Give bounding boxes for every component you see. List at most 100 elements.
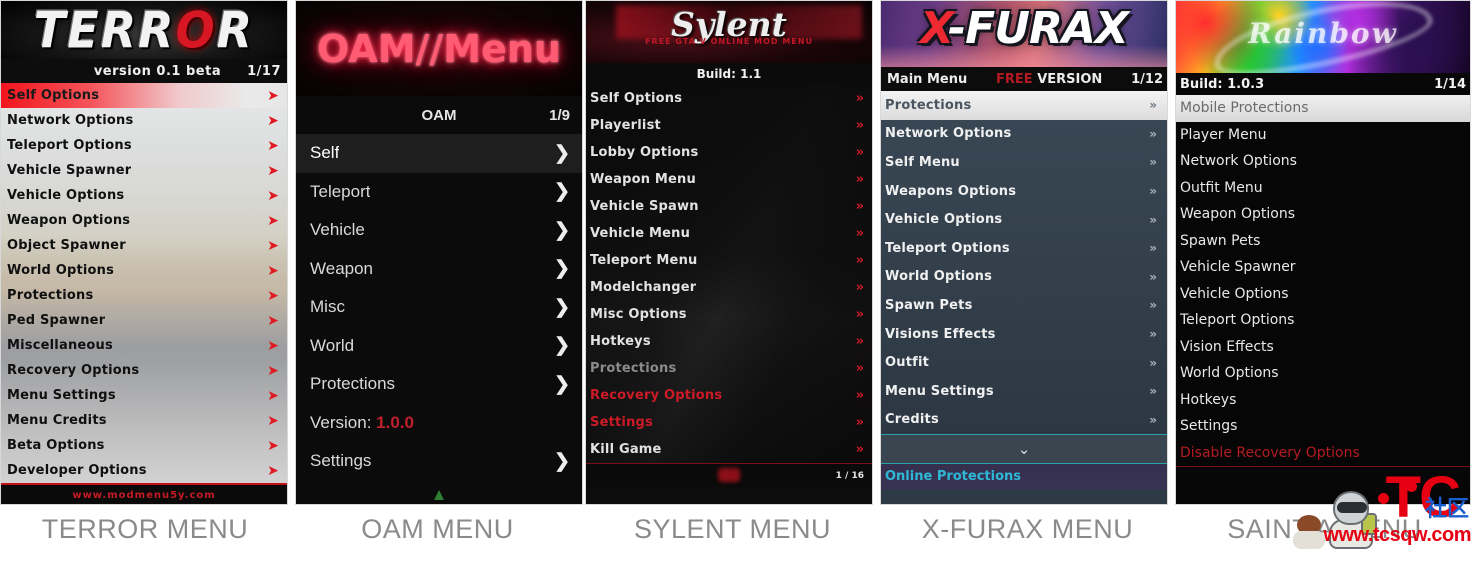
terror-menu-item[interactable]: Miscellaneous ➤ [1,333,287,358]
sylent-menu-item-label: Recovery Options [590,388,723,403]
xfurax-menu-item[interactable]: Self Menu » [881,148,1167,177]
saint-banner: Rainbow [1176,1,1470,73]
saint-menu-item[interactable]: Network Options [1176,148,1470,175]
xfurax-menu-item-label: World Options [885,269,993,285]
saint-menu-item[interactable]: Hotkeys [1176,387,1470,414]
terror-menu-item[interactable]: World Options ➤ [1,258,287,283]
saint-menu-item[interactable]: Vehicle Options [1176,281,1470,308]
saint-menu-item[interactable]: Mobile Protections [1176,95,1470,122]
xfurax-scroll-down-icon[interactable]: ⌄ [881,434,1167,465]
oam-menu-item[interactable]: World ❯ [296,327,582,366]
saint-menu-item[interactable]: Vehicle Spawner [1176,254,1470,281]
saint-menu-item[interactable]: Disable Recovery Options [1176,440,1470,467]
sylent-menu-item[interactable]: Lobby Options » [586,139,872,166]
saint-header-bar: Build: 1.0.3 1/14 [1176,73,1470,95]
saint-menu-item[interactable]: Player Menu [1176,122,1470,149]
oam-menu-item-label: World [310,335,355,355]
oam-menu-item[interactable]: Vehicle ❯ [296,211,582,250]
xfurax-menu-item[interactable]: Credits » [881,406,1167,435]
oam-scroll-up-icon[interactable]: ▲ [431,485,448,505]
saint-menu-item[interactable]: Outfit Menu [1176,175,1470,202]
saint-menu-item[interactable]: Spawn Pets [1176,228,1470,255]
sylent-menu-item[interactable]: Protections » [586,355,872,382]
saint-menu-item-label: Mobile Protections [1180,100,1309,117]
terror-menu-item-label: Vehicle Options [7,188,125,203]
sylent-menu-item[interactable]: Teleport Menu » [586,247,872,274]
oam-menu-item[interactable]: Self ❯ [296,134,582,173]
caption-xfurax: X-FURAX MENU [921,514,1134,544]
terror-menu-item[interactable]: Protections ➤ [1,283,287,308]
sylent-menu-item[interactable]: Playerlist » [586,112,872,139]
saint-menu-item-label: Vehicle Options [1180,285,1289,302]
sylent-menu-item-label: Hotkeys [590,334,651,349]
oam-menu-item[interactable]: Teleport ❯ [296,173,582,212]
saint-menu-item[interactable]: Vision Effects [1176,334,1470,361]
terror-menu-item[interactable]: Developer Options ➤ [1,458,287,483]
oam-menu-item[interactable]: Version: 1.0.0 [296,404,582,443]
terror-menu-item[interactable]: Beta Options ➤ [1,433,287,458]
terror-menu-item[interactable]: Vehicle Spawner ➤ [1,158,287,183]
sylent-tagline: FREE GTA V ONLINE MOD MENU [645,37,813,46]
saint-logo: Rainbow [1248,17,1398,50]
chevron-right-icon: ➤ [267,262,279,279]
oam-menu-item-label: Settings [310,451,372,471]
xfurax-menu-item-label: Teleport Options [885,240,1010,256]
saint-menu-item-label: Settings [1180,418,1238,435]
terror-logo-post: R [216,1,255,59]
sylent-menu-item[interactable]: Self Options » [586,85,872,112]
xfurax-menu-item[interactable]: World Options » [881,263,1167,292]
oam-menu-item[interactable]: Misc ❯ [296,288,582,327]
xfurax-version-label: VERSION [1032,71,1103,87]
xfurax-menu-item-label: Menu Settings [885,383,994,399]
saint-menu-item[interactable]: Teleport Options [1176,307,1470,334]
sylent-menu-item[interactable]: Settings » [586,409,872,436]
sylent-menu-item[interactable]: Weapon Menu » [586,166,872,193]
oam-menu-item[interactable]: Protections ❯ [296,365,582,404]
sylent-menu-item[interactable]: Vehicle Spawn » [586,193,872,220]
sylent-menu-item-label: Vehicle Spawn [590,199,699,214]
chevron-right-icon: » [855,118,865,133]
saint-menu-item-label: World Options [1180,365,1279,382]
saint-menu-item[interactable]: Weapon Options [1176,201,1470,228]
oam-header-bar: OAM 1/9 [296,96,582,134]
terror-menu-item[interactable]: Menu Credits ➤ [1,408,287,433]
xfurax-menu-item[interactable]: Weapons Options » [881,177,1167,206]
xfurax-menu-item[interactable]: Network Options » [881,120,1167,149]
sylent-menu-item[interactable]: Misc Options » [586,301,872,328]
saint-menu-item[interactable]: World Options [1176,360,1470,387]
saint-menu-item-label: Disable Recovery Options [1180,444,1360,461]
chevron-right-icon: ➤ [267,87,279,104]
terror-menu-item[interactable]: Teleport Options ➤ [1,133,287,158]
terror-menu-item[interactable]: Menu Settings ➤ [1,383,287,408]
xfurax-menu-list: Protections» Network Options» Self Menu» We… [881,91,1167,435]
saint-menu-item[interactable]: Settings [1176,413,1470,440]
xfurax-menu-item-label: Weapons Options [885,183,1017,199]
xfurax-menu-item[interactable]: Protections » [881,91,1167,120]
terror-menu-item[interactable]: Ped Spawner ➤ [1,308,287,333]
terror-menu-item[interactable]: Vehicle Options ➤ [1,183,287,208]
xfurax-menu-item[interactable]: Visions Effects » [881,320,1167,349]
sylent-menu-item[interactable]: Hotkeys » [586,328,872,355]
terror-menu-item[interactable]: Self Options ➤ [1,83,287,108]
oam-menu-item[interactable]: Settings ❯ [296,442,582,481]
xfurax-menu-item[interactable]: Teleport Options » [881,234,1167,263]
terror-menu-item[interactable]: Object Spawner ➤ [1,233,287,258]
terror-menu-item[interactable]: Recovery Options ➤ [1,358,287,383]
oam-menu-item[interactable]: Weapon ❯ [296,250,582,289]
xfurax-menu-item[interactable]: Menu Settings » [881,377,1167,406]
xfurax-menu-item[interactable]: Spawn Pets » [881,291,1167,320]
xfurax-menu-item[interactable]: Outfit » [881,348,1167,377]
chevron-right-icon: ➤ [267,412,279,429]
terror-menu-item[interactable]: Weapon Options ➤ [1,208,287,233]
xfurax-menu-item[interactable]: Vehicle Options » [881,205,1167,234]
xfurax-menu-window: X-FURAX Main Menu FREE VERSION 1/12 Prot… [880,0,1168,505]
sylent-menu-item[interactable]: Vehicle Menu » [586,220,872,247]
terror-menu-item[interactable]: Network Options ➤ [1,108,287,133]
sylent-menu-item[interactable]: Recovery Options » [586,382,872,409]
sylent-menu-item-label: Playerlist [590,118,661,133]
oam-menu-item-value: 1.0.0 [371,412,414,432]
sylent-menu-item-label: Lobby Options [590,145,699,160]
sylent-menu-item[interactable]: Kill Game » [586,436,872,463]
sylent-menu-item[interactable]: Modelchanger » [586,274,872,301]
panel-terror-menu: TERROR version 0.1 beta 1/17 Self Option… [0,0,290,561]
